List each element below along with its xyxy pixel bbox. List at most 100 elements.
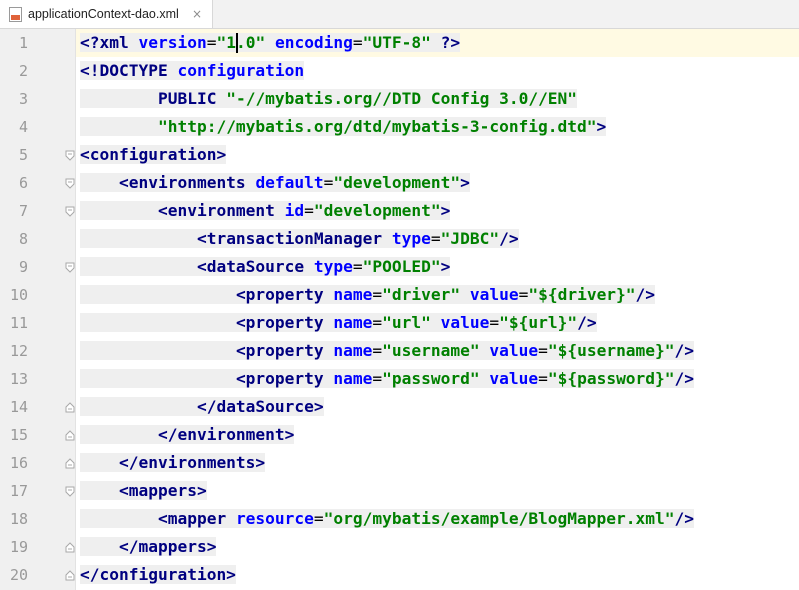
token-val: "JDBC" bbox=[440, 229, 500, 248]
fold-open-icon[interactable] bbox=[65, 262, 75, 273]
code-area[interactable]: <mapper resource="org/mybatis/example/Bl… bbox=[76, 505, 799, 533]
code-text: <dataSource type="POOLED"> bbox=[80, 253, 451, 281]
token-tag: <environment bbox=[157, 201, 285, 220]
code-line[interactable]: 7 <environment id="development"> bbox=[0, 197, 799, 225]
code-area[interactable]: <property name="password" value="${passw… bbox=[76, 365, 799, 393]
token-plain bbox=[80, 201, 158, 220]
code-area[interactable]: <dataSource type="POOLED"> bbox=[76, 253, 799, 281]
code-area[interactable]: </dataSource> bbox=[76, 393, 799, 421]
token-attr: value bbox=[489, 341, 539, 360]
token-tag: <property bbox=[235, 285, 334, 304]
token-tag: </mappers> bbox=[118, 537, 217, 556]
code-area[interactable]: "http://mybatis.org/dtd/mybatis-3-config… bbox=[76, 113, 799, 141]
token-plain bbox=[80, 341, 236, 360]
fold-open-icon[interactable] bbox=[65, 486, 75, 497]
code-area[interactable]: <transactionManager type="JDBC"/> bbox=[76, 225, 799, 253]
code-line[interactable]: 6 <environments default="development"> bbox=[0, 169, 799, 197]
fold-close-icon[interactable] bbox=[65, 570, 75, 581]
code-line[interactable]: 20 </configuration> bbox=[0, 561, 799, 589]
code-text: <?xml version="1.0" encoding="UTF-8" ?> bbox=[80, 29, 461, 57]
fold-open-icon[interactable] bbox=[65, 206, 75, 217]
token-plain bbox=[479, 341, 490, 360]
token-plain bbox=[80, 89, 158, 108]
code-area[interactable]: <property name="url" value="${url}"/> bbox=[76, 309, 799, 337]
fold-close-icon[interactable] bbox=[65, 458, 75, 469]
code-area[interactable]: <environment id="development"> bbox=[76, 197, 799, 225]
code-area[interactable]: <configuration> bbox=[76, 141, 799, 169]
code-line[interactable]: 9 <dataSource type="POOLED"> bbox=[0, 253, 799, 281]
code-text: <environments default="development"> bbox=[80, 169, 470, 197]
token-tag: > bbox=[596, 117, 607, 136]
token-plain: = bbox=[352, 257, 363, 276]
line-number: 3 bbox=[18, 90, 28, 108]
token-val: "POOLED" bbox=[362, 257, 441, 276]
code-text: </environments> bbox=[80, 449, 266, 477]
token-val: "username" bbox=[382, 341, 480, 360]
code-area[interactable]: <mappers> bbox=[76, 477, 799, 505]
token-val: "http://mybatis.org/dtd/mybatis-3-config… bbox=[157, 117, 597, 136]
token-val: "org/mybatis/example/BlogMapper.xml" bbox=[323, 509, 675, 528]
token-attr: type bbox=[313, 257, 353, 276]
code-line[interactable]: 18 <mapper resource="org/mybatis/example… bbox=[0, 505, 799, 533]
line-number: 13 bbox=[9, 370, 28, 388]
line-number: 9 bbox=[18, 258, 28, 276]
code-line[interactable]: 1 <?xml version="1.0" encoding="UTF-8" ?> bbox=[0, 29, 799, 57]
fold-close-icon[interactable] bbox=[65, 542, 75, 553]
token-plain: = bbox=[352, 33, 363, 52]
token-attr: default bbox=[255, 173, 324, 192]
editor-tab-bar: applicationContext-dao.xml × bbox=[0, 0, 799, 29]
code-area[interactable]: </configuration> bbox=[76, 561, 799, 589]
code-area[interactable]: <environments default="development"> bbox=[76, 169, 799, 197]
code-area[interactable]: </environments> bbox=[76, 449, 799, 477]
code-text: <!DOCTYPE configuration bbox=[80, 57, 305, 85]
code-line[interactable]: 12 <property name="username" value="${us… bbox=[0, 337, 799, 365]
token-plain bbox=[80, 397, 197, 416]
code-area[interactable]: <property name="driver" value="${driver}… bbox=[76, 281, 799, 309]
code-line[interactable]: 2 <!DOCTYPE configuration bbox=[0, 57, 799, 85]
code-text: <property name="driver" value="${driver}… bbox=[80, 281, 656, 309]
line-number: 15 bbox=[9, 426, 28, 444]
code-line[interactable]: 11 <property name="url" value="${url}"/> bbox=[0, 309, 799, 337]
code-area[interactable]: </mappers> bbox=[76, 533, 799, 561]
code-area[interactable]: PUBLIC "-//mybatis.org//DTD Config 3.0//… bbox=[76, 85, 799, 113]
code-text: <environment id="development"> bbox=[80, 197, 451, 225]
token-val: "${username}" bbox=[547, 341, 675, 360]
code-line[interactable]: 15 </environment> bbox=[0, 421, 799, 449]
token-plain: = bbox=[372, 369, 383, 388]
code-area[interactable]: <property name="username" value="${usern… bbox=[76, 337, 799, 365]
tab-application-context-dao-xml[interactable]: applicationContext-dao.xml × bbox=[0, 0, 213, 28]
fold-close-icon[interactable] bbox=[65, 430, 75, 441]
code-line[interactable]: 8 <transactionManager type="JDBC"/> bbox=[0, 225, 799, 253]
token-plain bbox=[80, 257, 197, 276]
code-line[interactable]: 19 </mappers> bbox=[0, 533, 799, 561]
code-area[interactable]: <!DOCTYPE configuration bbox=[76, 57, 799, 85]
code-text: <mapper resource="org/mybatis/example/Bl… bbox=[80, 505, 695, 533]
code-line[interactable]: 3 PUBLIC "-//mybatis.org//DTD Config 3.0… bbox=[0, 85, 799, 113]
line-number: 5 bbox=[18, 146, 28, 164]
token-plain bbox=[80, 509, 158, 528]
token-tag: /> bbox=[577, 313, 597, 332]
code-line[interactable]: 5 <configuration> bbox=[0, 141, 799, 169]
line-number: 12 bbox=[9, 342, 28, 360]
token-tag: <mappers> bbox=[118, 481, 207, 500]
code-line[interactable]: 14 </dataSource> bbox=[0, 393, 799, 421]
token-tag: > bbox=[440, 201, 451, 220]
token-val: "1.0" bbox=[216, 33, 266, 52]
code-area[interactable]: <?xml version="1.0" encoding="UTF-8" ?> bbox=[76, 29, 799, 57]
code-area[interactable]: </environment> bbox=[76, 421, 799, 449]
code-line[interactable]: 10 <property name="driver" value="${driv… bbox=[0, 281, 799, 309]
code-line[interactable]: 17 <mappers> bbox=[0, 477, 799, 505]
code-editor[interactable]: 1 <?xml version="1.0" encoding="UTF-8" ?>… bbox=[0, 29, 799, 590]
code-line[interactable]: 13 <property name="password" value="${pa… bbox=[0, 365, 799, 393]
token-attr: type bbox=[391, 229, 431, 248]
code-line[interactable]: 16 </environments> bbox=[0, 449, 799, 477]
fold-open-icon[interactable] bbox=[65, 178, 75, 189]
token-tag: PUBLIC bbox=[157, 89, 227, 108]
token-attr: name bbox=[333, 313, 373, 332]
xml-file-icon bbox=[9, 6, 22, 22]
close-icon[interactable]: × bbox=[192, 7, 202, 21]
code-text: </dataSource> bbox=[80, 393, 324, 421]
code-line[interactable]: 4 "http://mybatis.org/dtd/mybatis-3-conf… bbox=[0, 113, 799, 141]
fold-open-icon[interactable] bbox=[65, 150, 75, 161]
fold-close-icon[interactable] bbox=[65, 402, 75, 413]
